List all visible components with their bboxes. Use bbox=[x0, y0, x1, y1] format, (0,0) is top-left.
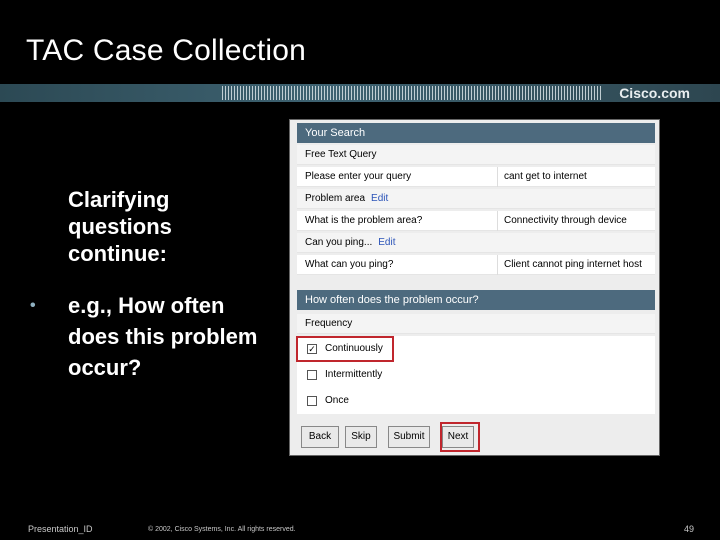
can-ping-edit-link[interactable]: Edit bbox=[378, 237, 395, 248]
intermittently-label: Intermittently bbox=[325, 369, 383, 380]
your-search-header: Your Search bbox=[297, 123, 655, 143]
next-highlight bbox=[440, 422, 480, 452]
bullet-text: e.g., How often does this problem occur? bbox=[68, 293, 258, 380]
slide-title: TAC Case Collection bbox=[26, 34, 307, 67]
skip-button[interactable]: Skip bbox=[345, 426, 377, 448]
row-label: Can you ping... Edit bbox=[305, 233, 396, 253]
row-label: What is the problem area? bbox=[305, 215, 423, 226]
once-label: Once bbox=[325, 395, 349, 406]
row-label: Problem area Edit bbox=[305, 189, 388, 209]
footer-copyright: © 2002, Cisco Systems, Inc. All rights r… bbox=[148, 526, 296, 533]
footer-presentation-id: Presentation_ID bbox=[28, 524, 93, 534]
row-divider bbox=[497, 211, 498, 231]
row-value: cant get to internet bbox=[504, 171, 587, 182]
option-intermittently[interactable]: Intermittently bbox=[297, 362, 655, 388]
row-value: Connectivity through device bbox=[504, 215, 627, 226]
bullet-item: • e.g., How often does this problem occu… bbox=[30, 290, 270, 383]
problem-area-label: Problem area bbox=[305, 193, 366, 204]
title-bar: Cisco.com bbox=[0, 84, 720, 102]
search-row-can-ping: Can you ping... Edit bbox=[297, 233, 655, 253]
once-checkbox[interactable] bbox=[307, 396, 317, 406]
frequency-label-row: Frequency bbox=[297, 314, 655, 334]
problem-area-edit-link[interactable]: Edit bbox=[371, 193, 388, 204]
back-button[interactable]: Back bbox=[301, 426, 339, 448]
frequency-label: Frequency bbox=[305, 318, 353, 329]
row-divider bbox=[497, 255, 498, 275]
brand-logo: Cisco.com bbox=[619, 85, 690, 101]
search-row-ping-answer: What can you ping? Client cannot ping in… bbox=[297, 255, 655, 275]
option-once[interactable]: Once bbox=[297, 388, 655, 414]
row-label: What can you ping? bbox=[305, 259, 394, 270]
row-label: Please enter your query bbox=[305, 171, 412, 182]
barcode-decoration bbox=[222, 86, 602, 100]
question-header: How often does the problem occur? bbox=[297, 290, 655, 310]
intermittently-checkbox[interactable] bbox=[307, 370, 317, 380]
row-divider bbox=[497, 167, 498, 187]
search-row-query: Please enter your query cant get to inte… bbox=[297, 167, 655, 187]
search-row-problem-area-answer: What is the problem area? Connectivity t… bbox=[297, 211, 655, 231]
row-value: Client cannot ping internet host bbox=[504, 259, 642, 270]
footer-page-number: 49 bbox=[684, 524, 695, 534]
search-row-problem-area: Problem area Edit bbox=[297, 189, 655, 209]
can-ping-label: Can you ping... bbox=[305, 237, 373, 248]
continuously-highlight bbox=[296, 336, 394, 362]
row-label: Free Text Query bbox=[305, 149, 377, 160]
submit-button[interactable]: Submit bbox=[388, 426, 430, 448]
search-panel: Your Search Free Text Query Please enter… bbox=[289, 119, 660, 456]
search-row-free-text: Free Text Query bbox=[297, 145, 655, 165]
subtext: Clarifying questions continue: bbox=[68, 187, 172, 266]
bullet-marker: • bbox=[30, 297, 36, 314]
